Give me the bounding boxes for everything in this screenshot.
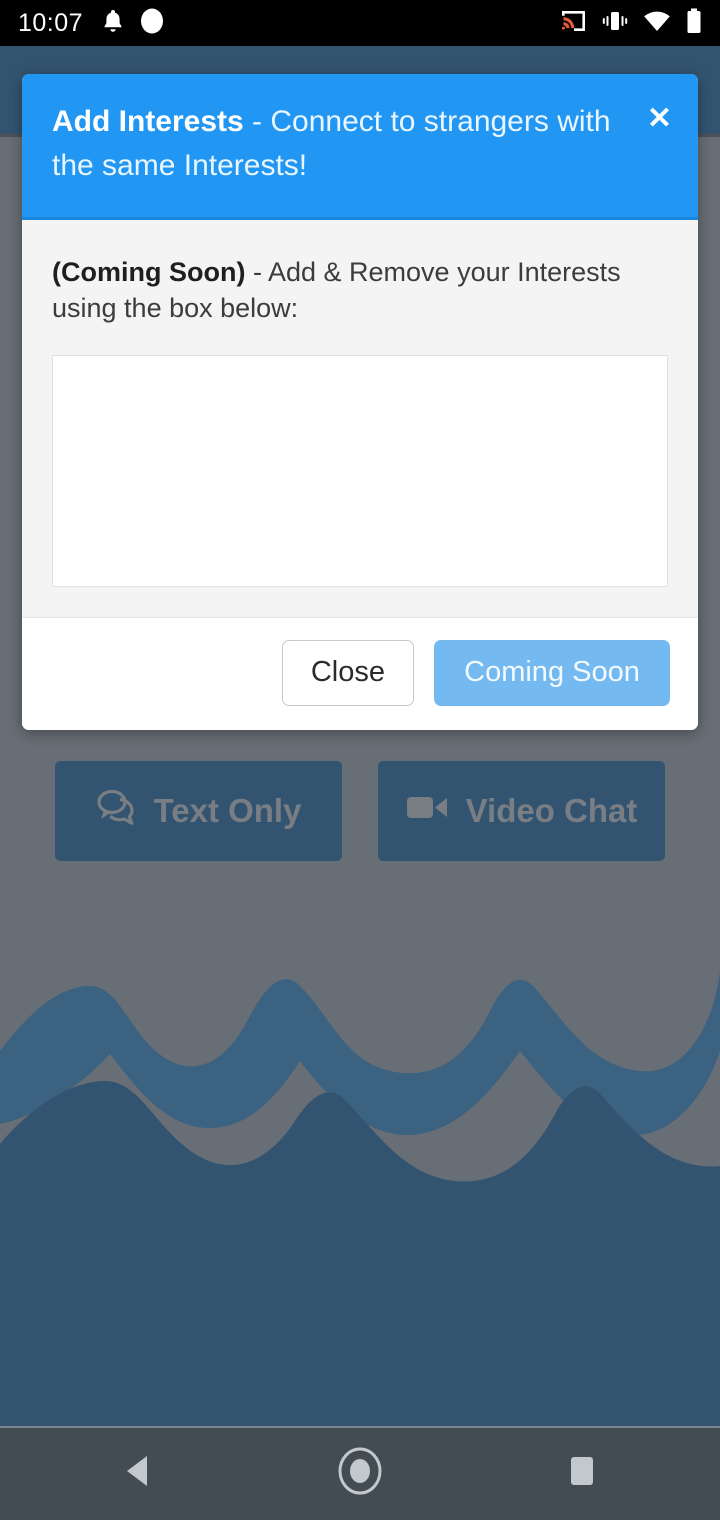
triangle-left-icon <box>121 1453 155 1494</box>
status-bar: 10:07 <box>0 0 720 46</box>
interests-input[interactable] <box>52 354 668 587</box>
recents-button[interactable] <box>547 1438 617 1508</box>
cast-screen-icon <box>560 9 587 38</box>
coming-soon-button[interactable]: Coming Soon <box>434 639 670 706</box>
android-nav-bar <box>0 1426 720 1520</box>
notification-bell-icon <box>101 8 125 39</box>
circle-indicator-icon <box>139 7 165 40</box>
status-bar-clock: 10:07 <box>18 8 84 37</box>
dialog-footer: Close Coming Soon <box>22 616 698 730</box>
dialog-body-text: (Coming Soon) - Add & Remove your Intere… <box>52 254 668 327</box>
dialog-title: Add Interests - Connect to strangers wit… <box>52 100 670 187</box>
dialog-title-bold: Add Interests <box>52 105 244 138</box>
vibrate-mode-icon <box>602 9 628 38</box>
battery-icon <box>686 8 702 39</box>
dialog-header: Add Interests - Connect to strangers wit… <box>22 74 698 220</box>
back-button[interactable] <box>103 1438 173 1508</box>
nav-bar-divider <box>0 1426 720 1428</box>
close-icon[interactable]: ✕ <box>647 104 672 134</box>
dialog-body-bold: (Coming Soon) <box>52 257 246 287</box>
circle-icon <box>336 1446 384 1501</box>
dialog-body: (Coming Soon) - Add & Remove your Intere… <box>22 220 698 617</box>
home-button[interactable] <box>325 1438 395 1508</box>
wifi-icon <box>643 10 671 37</box>
square-icon <box>566 1453 598 1494</box>
phone-screen: 10:07 Text Only Video Chat Add Interests… <box>0 0 720 1520</box>
add-interests-dialog: Add Interests - Connect to strangers wit… <box>22 74 698 730</box>
close-button[interactable]: Close <box>281 639 414 706</box>
